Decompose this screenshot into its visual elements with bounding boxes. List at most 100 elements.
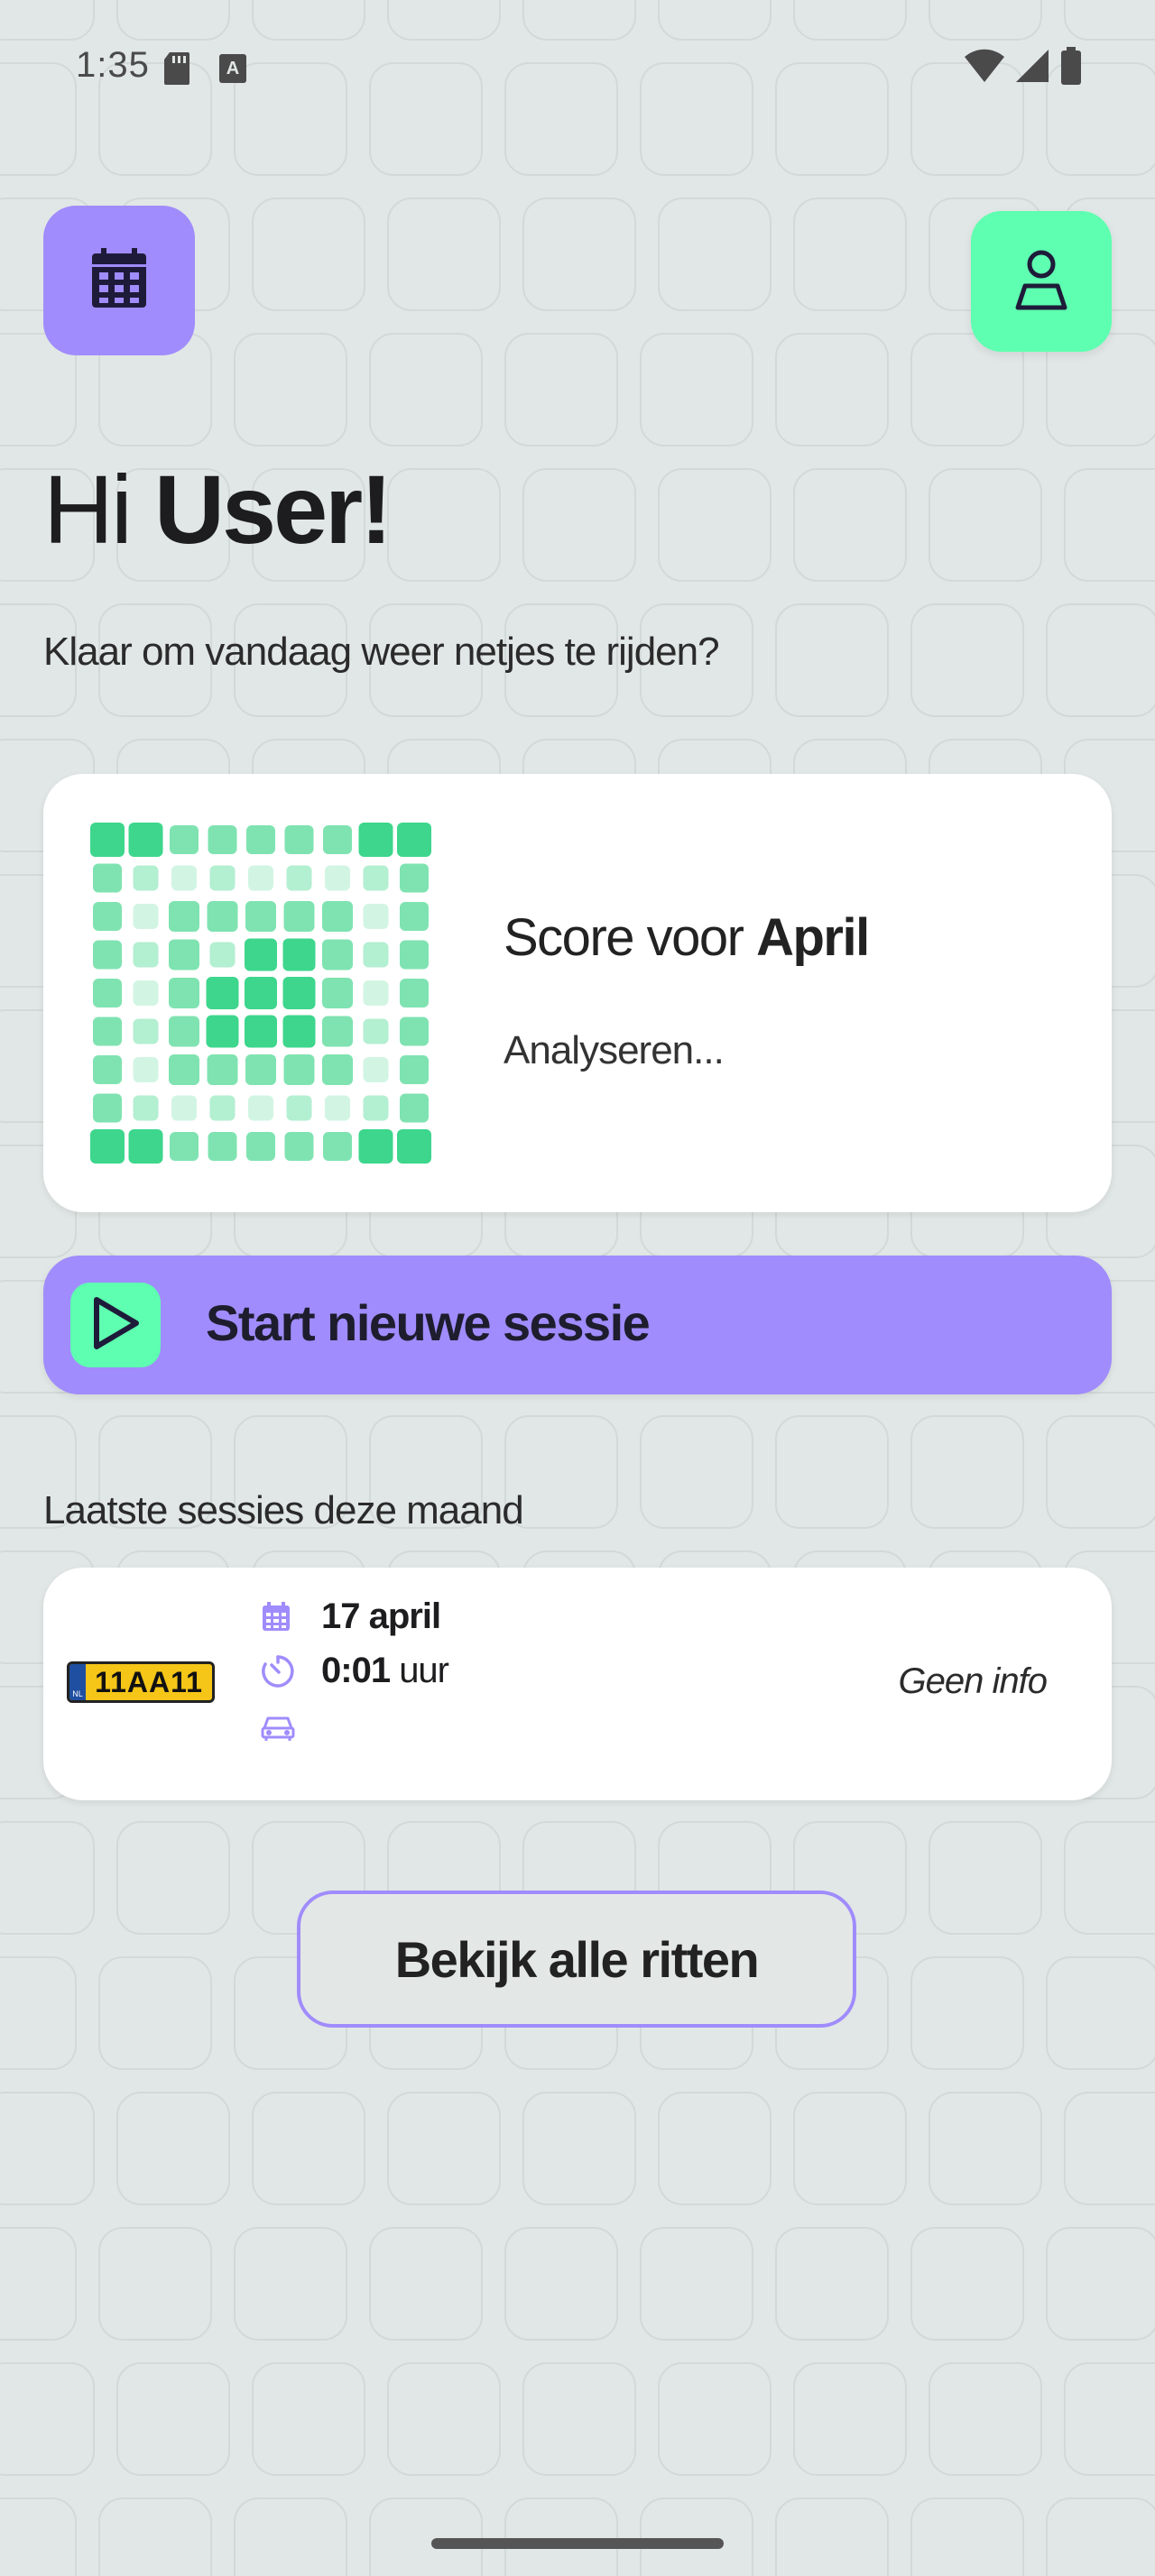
car-icon [260,1714,307,1743]
score-grid-cell [282,1015,316,1048]
view-all-rides-button[interactable]: Bekijk alle ritten [297,1891,856,2028]
score-status: Analyseren... [504,1028,725,1072]
score-grid-cell [90,823,125,857]
score-grid-cell [325,865,350,891]
session-duration-row: 0:01 uur [260,1651,449,1691]
score-grid-cell [283,901,315,932]
score-grid-cell [363,1018,389,1044]
view-all-rides-label: Bekijk alle ritten [394,1930,760,1988]
status-right-icons [964,47,1083,89]
score-grid-cell [128,823,163,857]
wifi-icon [964,48,1005,88]
score-grid-cell [128,1129,163,1164]
score-grid-cell [209,942,236,968]
sd-card-icon [162,51,191,91]
start-session-label: Start nieuwe sessie [206,1294,651,1351]
score-grid-cell [400,863,429,893]
keyboard-a-icon: A [218,53,247,88]
session-duration: 0:01 [321,1651,391,1690]
score-grid-cell [322,1054,353,1085]
score-grid-cell [363,942,389,968]
score-grid-cell [397,1129,431,1164]
start-session-button[interactable]: Start nieuwe sessie [43,1256,1112,1394]
svg-text:A: A [226,59,239,78]
score-grid-cell [245,1054,276,1085]
calendar-button[interactable] [43,206,195,355]
score-grid-cell [207,901,238,932]
score-grid-cell [363,1057,389,1082]
score-grid-cell [206,1015,239,1048]
calendar-small-icon [260,1601,307,1633]
score-grid-cell [283,1054,315,1085]
signal-icon [1014,48,1050,88]
score-grid-cell [209,865,236,891]
score-grid-cell [170,825,199,854]
plate-country-strip: NL [69,1664,86,1700]
score-grid-cell [93,863,122,893]
score-grid-cell [358,1129,393,1164]
license-plate: NL 11AA11 [67,1661,215,1703]
score-grid-cell [400,1093,429,1123]
score-card[interactable]: Score voor April Analyseren... [43,774,1112,1212]
score-grid-cell [400,902,429,931]
score-grid-cell [93,940,122,970]
score-grid-cell [322,901,353,932]
score-grid-cell [400,979,429,1007]
score-grid-cell [248,865,273,891]
score-grid-cell [284,1132,314,1161]
score-grid-cell [286,1095,312,1121]
score-grid-cell [170,1132,199,1161]
score-grid-cell [169,901,199,932]
score-grid-cell [323,1132,352,1161]
score-grid-cell [286,865,312,891]
score-grid-cell [169,1016,199,1047]
score-grid-cell [208,825,237,854]
score-grid-cell [282,938,316,971]
home-indicator[interactable] [431,2538,724,2549]
score-grid-cell [133,904,159,929]
score-grid-cell [169,1054,199,1085]
score-grid-cell [209,1095,236,1121]
score-grid-cell [133,865,159,891]
session-date-row: 17 april [260,1596,441,1637]
person-icon [1014,248,1068,316]
score-grid-cell [206,977,239,1009]
score-grid-cell [323,825,352,854]
score-grid-cell [322,939,353,971]
score-grid-cell [400,1017,429,1046]
score-month: April [756,908,870,967]
score-grid-cell [325,1095,350,1121]
score-grid-cell [363,904,389,929]
score-grid-cell [90,1129,125,1164]
score-grid-cell [133,1095,159,1121]
session-card[interactable]: NL 11AA11 17 april 0:01 uur Geen info [43,1568,1112,1800]
session-duration-unit: uur [399,1651,449,1690]
score-grid-cell [397,823,431,857]
score-grid-cell [246,1132,275,1161]
score-grid-cell [400,1055,429,1084]
greeting-hi: Hi [43,455,133,564]
score-title-prefix: Score voor [504,908,744,967]
status-time: 1:35 [76,45,150,85]
session-car-row [260,1714,321,1743]
score-grid-cell [171,865,197,891]
score-grid-cell [358,823,393,857]
score-grid-cell [363,865,389,891]
plate-number: 11AA11 [95,1665,203,1698]
greeting-subtitle: Klaar om vandaag weer netjes te rijden? [43,630,720,674]
session-date: 17 april [321,1596,441,1636]
score-grid-cell [133,980,159,1006]
score-grid-cell [363,980,389,1006]
score-grid-cell [93,1055,122,1084]
calendar-icon [90,247,148,314]
start-icon-box [70,1283,161,1367]
profile-button[interactable] [971,211,1112,352]
score-grid-cell [363,1095,389,1121]
score-grid-cell [322,978,353,1008]
play-icon [91,1296,140,1355]
score-grid-cell [169,978,199,1008]
score-grid-cell [245,901,276,932]
status-left-icons: A [162,51,247,91]
score-grid-cell [400,940,429,970]
score-grid-cell [133,1057,159,1082]
